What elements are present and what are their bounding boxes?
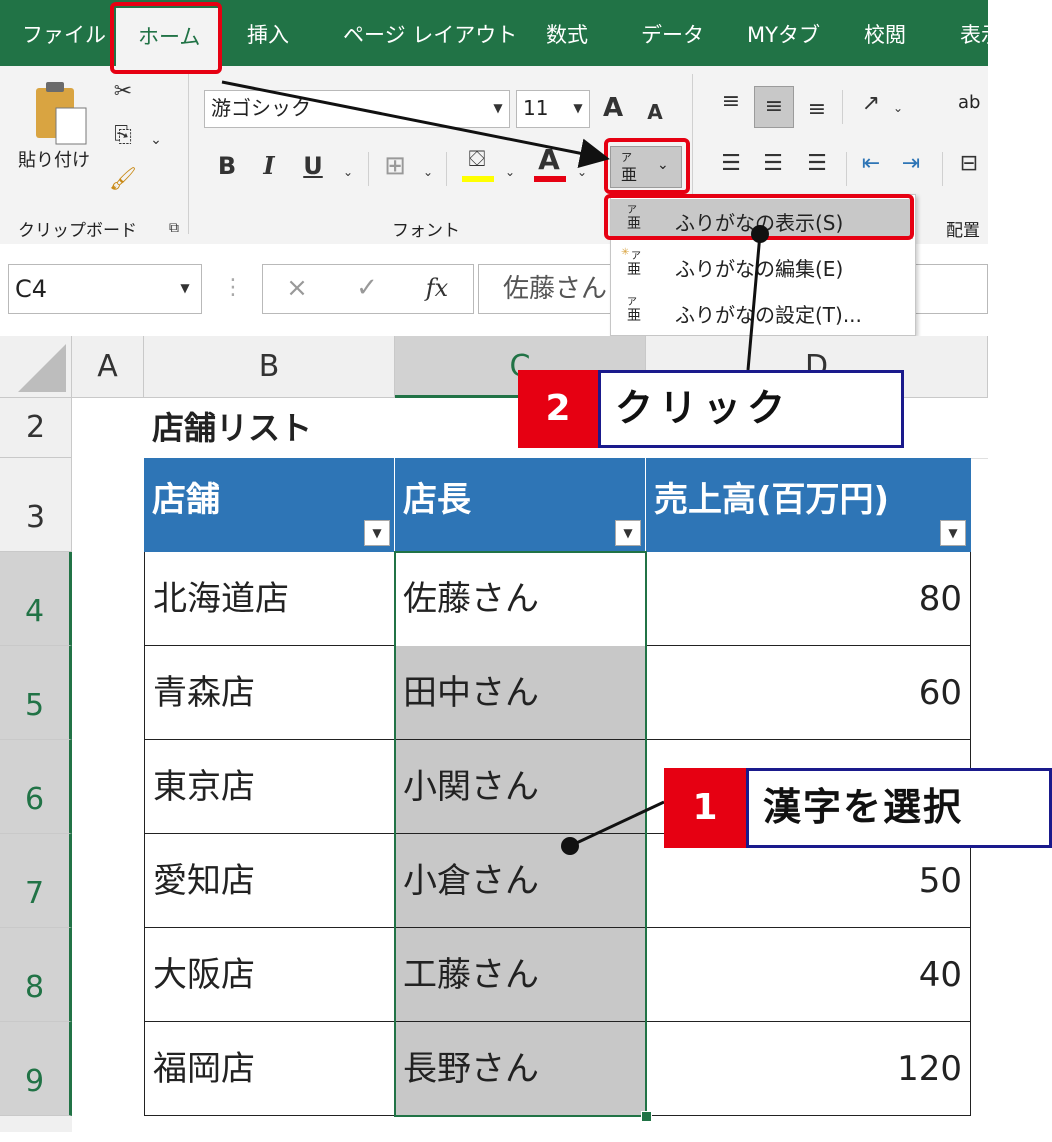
step-1-number: 1 (664, 768, 746, 848)
annotation-arrows (221, 80, 769, 855)
step-1-label: 漢字を選択 (746, 768, 1052, 848)
step-2-label: クリック (598, 370, 904, 448)
step-2-number: 2 (518, 370, 598, 448)
